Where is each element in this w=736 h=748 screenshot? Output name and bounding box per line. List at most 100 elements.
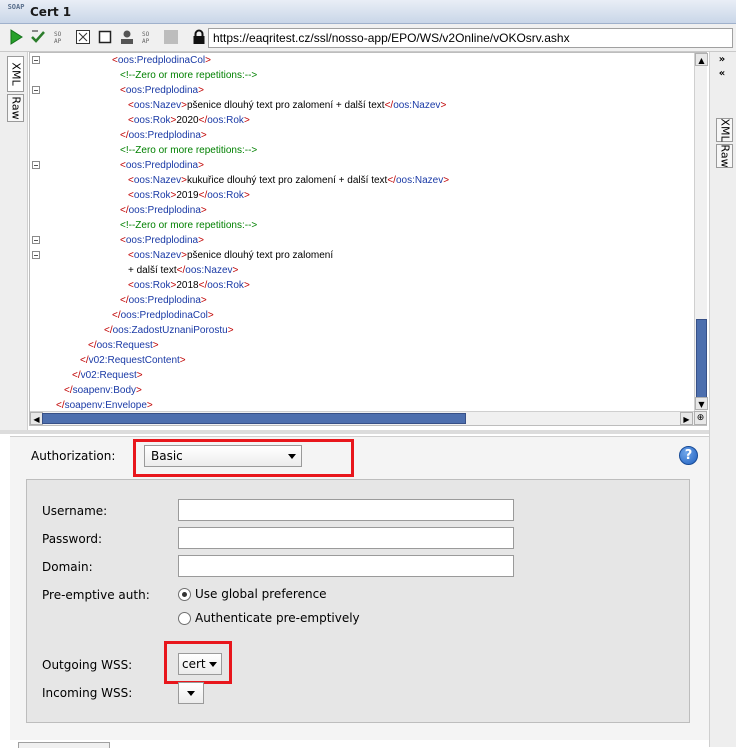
- xml-token: oos:Nazev: [185, 265, 233, 276]
- xml-token: oos:ZadostUznaniPorostu: [112, 325, 228, 336]
- xml-token: </: [88, 340, 97, 351]
- tab-xml[interactable]: XML: [7, 56, 24, 92]
- xml-token: + další text: [128, 265, 177, 276]
- play-icon[interactable]: [8, 29, 24, 45]
- xml-code-line: <!--Zero or more repetitions:-->: [120, 143, 257, 158]
- domain-label: Domain:: [42, 560, 93, 574]
- panel-splitter[interactable]: [0, 430, 709, 434]
- fold-toggle-icon[interactable]: [32, 236, 40, 244]
- xml-token: </: [198, 190, 208, 201]
- xml-token: </: [176, 265, 186, 276]
- highlight-box-authorization: [133, 439, 354, 477]
- zoom-corner-icon[interactable]: ⊕: [694, 411, 707, 425]
- xml-token: oos:Rok: [133, 280, 171, 291]
- incoming-wss-label: Incoming WSS:: [42, 686, 133, 700]
- domain-input[interactable]: [178, 555, 514, 577]
- xml-code-line: </oos:PredplodinaCol>: [112, 308, 214, 323]
- soap-logo-icon: SOAP: [7, 3, 25, 11]
- xml-token: oos:Rok: [133, 190, 171, 201]
- highlight-box-outgoing-wss: [164, 641, 232, 684]
- bottom-tab-stub[interactable]: [18, 742, 110, 748]
- xml-token: oos:Predplodina: [125, 85, 199, 96]
- xml-token: v02:RequestContent: [88, 355, 180, 366]
- endpoint-url-input[interactable]: [208, 28, 733, 48]
- xml-token: </: [56, 400, 65, 411]
- scroll-down-icon[interactable]: ▼: [695, 397, 708, 410]
- xml-code-line: </oos:ZadostUznaniPorostu>: [104, 323, 234, 338]
- validate-icon[interactable]: [30, 29, 46, 45]
- fold-toggle-icon[interactable]: [32, 161, 40, 169]
- xml-token: oos:Rok: [207, 190, 244, 201]
- svg-text:AP: AP: [142, 38, 150, 45]
- left-tab-strip: XML Raw: [0, 52, 28, 432]
- vertical-scrollbar[interactable]: ▲ ▼: [694, 53, 708, 411]
- xml-code-area[interactable]: <oos:PredplodinaCol> <!--Zero or more rep…: [42, 53, 692, 411]
- horizontal-scroll-thumb[interactable]: [42, 413, 466, 424]
- xml-token: 2020: [176, 115, 199, 126]
- xml-token: </: [64, 385, 73, 396]
- xml-code-line: <!--Zero or more repetitions:-->: [120, 218, 257, 233]
- radio-use-global-preference[interactable]: [178, 588, 191, 601]
- xml-token: </: [120, 295, 129, 306]
- xml-code-line: </v02:RequestContent>: [80, 353, 186, 368]
- xml-token: >: [200, 130, 207, 141]
- xml-token: >: [136, 370, 143, 381]
- xml-token: >: [243, 115, 250, 126]
- scroll-right-icon[interactable]: ▶: [680, 412, 693, 425]
- xml-token: >: [205, 55, 211, 66]
- xml-editor[interactable]: <oos:PredplodinaCol> <!--Zero or more rep…: [29, 52, 708, 426]
- user-icon[interactable]: [119, 29, 135, 45]
- soap-generate-icon[interactable]: SO AP: [141, 29, 157, 45]
- xml-token: >: [443, 175, 450, 186]
- preemptive-auth-label: Pre-emptive auth:: [42, 588, 150, 602]
- vertical-scroll-thumb[interactable]: [696, 319, 707, 399]
- stop-square-icon[interactable]: [97, 29, 113, 45]
- xml-token: >: [200, 295, 207, 306]
- xml-code-line: <oos:Rok>2020</oos:Rok>: [128, 113, 250, 128]
- tab-response-xml[interactable]: XML: [716, 118, 733, 142]
- incoming-wss-select[interactable]: [178, 682, 204, 704]
- tab-response-raw[interactable]: Raw: [716, 144, 733, 168]
- horizontal-scrollbar[interactable]: ◀ ▶: [30, 411, 694, 425]
- radio-label-global: Use global preference: [195, 587, 327, 601]
- xml-token: oos:Predplodina: [128, 295, 201, 306]
- xml-code-line: <oos:Predplodina>: [120, 83, 204, 98]
- right-tab-strip: » « XML Raw: [709, 52, 736, 747]
- xml-token: </: [112, 310, 121, 321]
- xml-token: pšenice dlouhý text pro zalomení: [186, 250, 334, 261]
- username-input[interactable]: [178, 499, 514, 521]
- xml-token: <!--Zero or more repetitions:-->: [120, 220, 258, 231]
- radio-label-preemptive: Authenticate pre-emptively: [195, 611, 360, 625]
- soap-generate-icon[interactable]: SO AP: [53, 29, 69, 45]
- xml-code-line: </oos:Request>: [88, 338, 159, 353]
- xml-token: >: [227, 325, 234, 336]
- help-icon[interactable]: ?: [679, 446, 698, 465]
- xml-token: oos:Rok: [207, 280, 244, 291]
- xml-code-line: </oos:Predplodina>: [120, 128, 207, 143]
- xml-code-line: </oos:Predplodina>: [120, 293, 207, 308]
- xml-token: oos:Nazev: [133, 100, 182, 111]
- xml-code-line: <!--Zero or more repetitions:-->: [120, 68, 257, 83]
- frame-icon[interactable]: [75, 29, 91, 45]
- xml-token: </: [80, 355, 89, 366]
- xml-token: <!--Zero or more repetitions:-->: [120, 70, 258, 81]
- xml-code-line: <oos:Rok>2018</oos:Rok>: [128, 278, 250, 293]
- collapse-chevron-icon[interactable]: »: [714, 54, 730, 66]
- username-label: Username:: [42, 504, 108, 518]
- password-input[interactable]: [178, 527, 514, 549]
- xml-token: pšenice dlouhý text pro zalomení + další…: [186, 100, 385, 111]
- fold-gutter: [30, 53, 42, 411]
- radio-authenticate-preemptively[interactable]: [178, 612, 191, 625]
- scroll-up-icon[interactable]: ▲: [695, 53, 708, 66]
- fold-toggle-icon[interactable]: [32, 86, 40, 94]
- tab-raw[interactable]: Raw: [7, 94, 24, 122]
- xml-code-line: <oos:Predplodina>: [120, 233, 204, 248]
- xml-token: >: [146, 400, 153, 411]
- collapse-chevron-icon[interactable]: «: [714, 68, 730, 80]
- fold-toggle-icon[interactable]: [32, 56, 40, 64]
- xml-token: oos:Nazev: [395, 175, 444, 186]
- xml-token: oos:Nazev: [133, 175, 182, 186]
- stop-icon[interactable]: [163, 29, 179, 45]
- fold-toggle-icon[interactable]: [32, 251, 40, 259]
- chevron-down-icon: [187, 691, 195, 696]
